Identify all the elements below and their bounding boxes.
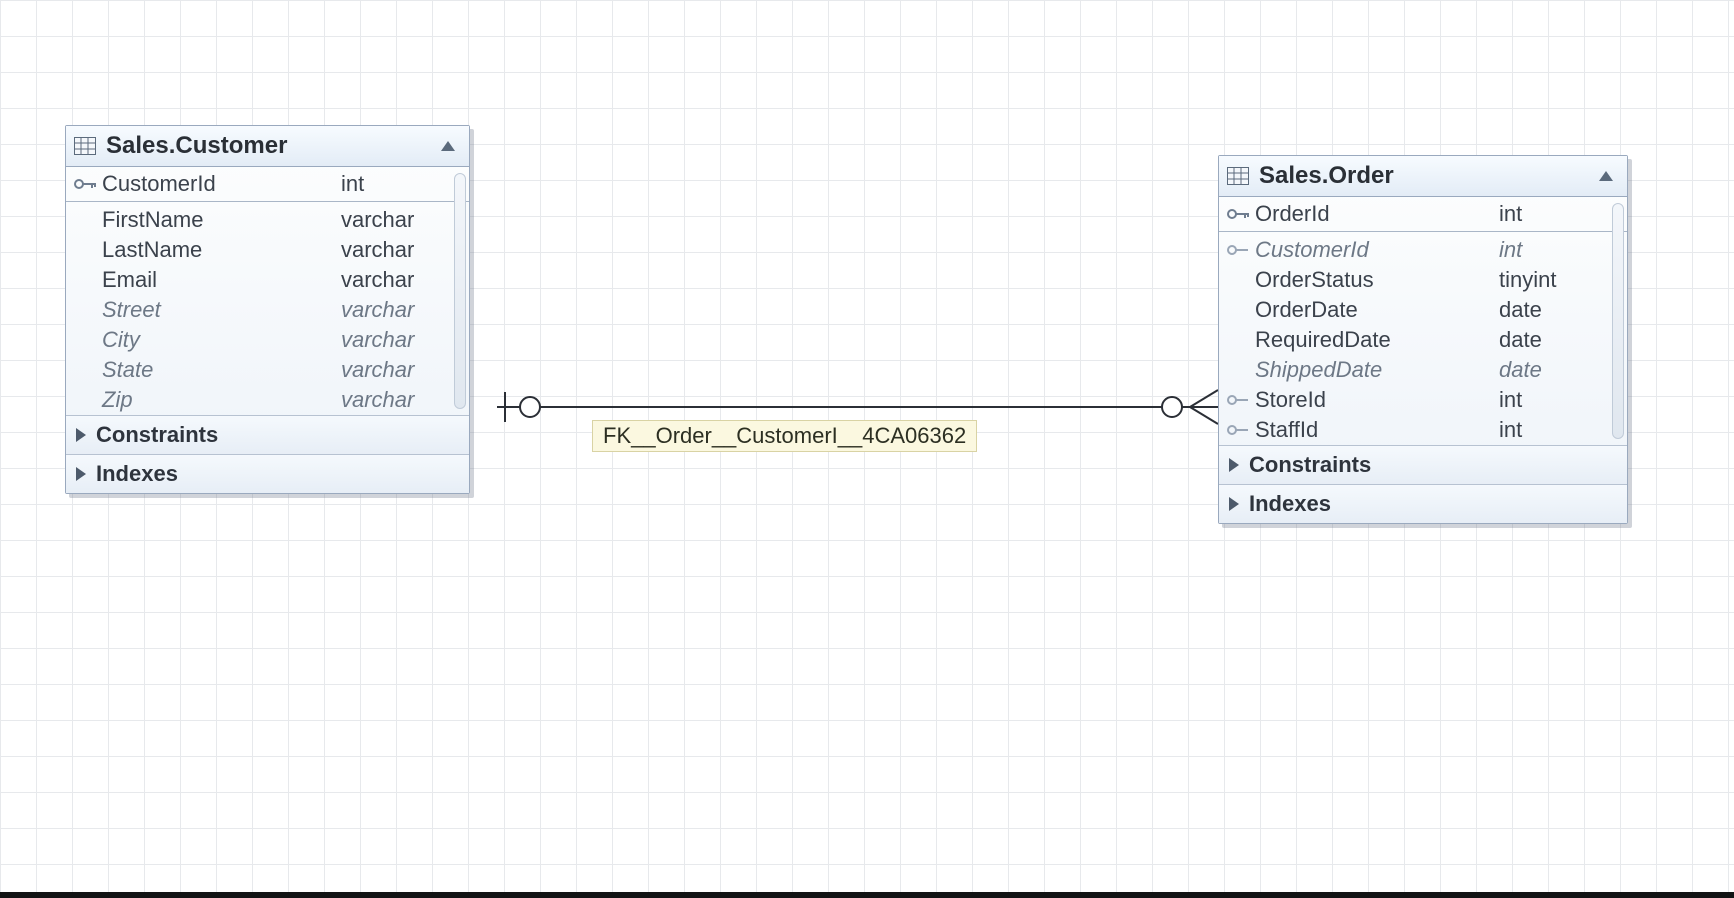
column-name: StaffId [1255,417,1499,443]
column-row[interactable]: LastNamevarchar [66,235,469,265]
column-name: State [102,357,341,383]
constraints-label: Constraints [96,422,218,448]
collapse-icon[interactable] [441,141,455,151]
column-type: varchar [341,387,451,413]
column-type: tinyint [1499,267,1609,293]
column-row[interactable]: OrderIdint [1219,199,1627,232]
column-row[interactable]: ShippedDatedate [1219,355,1627,385]
column-name: LastName [102,237,341,263]
column-row[interactable]: StoreIdint [1219,385,1627,415]
column-name: Street [102,297,341,323]
column-type: date [1499,327,1609,353]
column-name: City [102,327,341,353]
table-customer-title: Sales.Customer [106,132,441,160]
table-customer-columns: CustomerIdintFirstNamevarcharLastNamevar… [66,167,469,415]
collapse-icon[interactable] [1599,171,1613,181]
column-row[interactable]: StaffIdint [1219,415,1627,445]
constraints-label: Constraints [1249,452,1371,478]
table-customer-header[interactable]: Sales.Customer [66,126,469,167]
column-type: date [1499,297,1609,323]
column-row[interactable]: RequiredDatedate [1219,325,1627,355]
column-name: Email [102,267,341,293]
column-type: int [1499,201,1609,227]
column-row[interactable]: CustomerIdint [1219,235,1627,265]
table-customer[interactable]: Sales.Customer CustomerIdintFirstNamevar… [65,125,470,494]
column-type: varchar [341,267,451,293]
expand-icon [1229,497,1239,511]
column-name: CustomerId [1255,237,1499,263]
column-name: StoreId [1255,387,1499,413]
column-type: varchar [341,297,451,323]
scrollbar[interactable] [1612,203,1624,439]
column-name: CustomerId [102,171,341,197]
table-order-indexes[interactable]: Indexes [1219,484,1627,523]
column-row[interactable]: Cityvarchar [66,325,469,355]
column-name: RequiredDate [1255,327,1499,353]
column-name: OrderStatus [1255,267,1499,293]
scrollbar[interactable] [454,173,466,409]
indexes-label: Indexes [1249,491,1331,517]
relationship-label-text: FK__Order__CustomerI__4CA06362 [603,423,966,448]
table-customer-constraints[interactable]: Constraints [66,415,469,454]
column-row[interactable]: CustomerIdint [66,169,469,202]
indexes-label: Indexes [96,461,178,487]
column-type: int [1499,417,1609,443]
table-icon [1227,167,1249,185]
column-name: Zip [102,387,341,413]
column-row[interactable]: Streetvarchar [66,295,469,325]
expand-icon [76,467,86,481]
column-row[interactable]: Statevarchar [66,355,469,385]
foreign-key-icon [1227,423,1255,437]
column-type: varchar [341,357,451,383]
column-type: int [1499,237,1609,263]
column-type: varchar [341,327,451,353]
column-row[interactable]: Zipvarchar [66,385,469,415]
column-row[interactable]: OrderDatedate [1219,295,1627,325]
table-order[interactable]: Sales.Order OrderIdintCustomerIdintOrder… [1218,155,1628,524]
column-name: ShippedDate [1255,357,1499,383]
relationship-label[interactable]: FK__Order__CustomerI__4CA06362 [592,420,977,452]
column-type: int [1499,387,1609,413]
diagram-canvas[interactable]: FK__Order__CustomerI__4CA06362 Sales.Cus… [0,0,1734,898]
column-row[interactable]: Emailvarchar [66,265,469,295]
primary-key-icon [1227,207,1255,221]
column-name: OrderDate [1255,297,1499,323]
primary-key-icon [74,177,102,191]
column-type: varchar [341,237,451,263]
table-order-title: Sales.Order [1259,162,1599,190]
table-order-constraints[interactable]: Constraints [1219,445,1627,484]
column-row[interactable]: FirstNamevarchar [66,205,469,235]
column-type: varchar [341,207,451,233]
column-name: OrderId [1255,201,1499,227]
foreign-key-icon [1227,393,1255,407]
foreign-key-icon [1227,243,1255,257]
table-order-columns: OrderIdintCustomerIdintOrderStatustinyin… [1219,197,1627,445]
column-row[interactable]: OrderStatustinyint [1219,265,1627,295]
expand-icon [76,428,86,442]
expand-icon [1229,458,1239,472]
table-icon [74,137,96,155]
column-type: date [1499,357,1609,383]
column-type: int [341,171,451,197]
column-name: FirstName [102,207,341,233]
table-order-header[interactable]: Sales.Order [1219,156,1627,197]
table-customer-indexes[interactable]: Indexes [66,454,469,493]
